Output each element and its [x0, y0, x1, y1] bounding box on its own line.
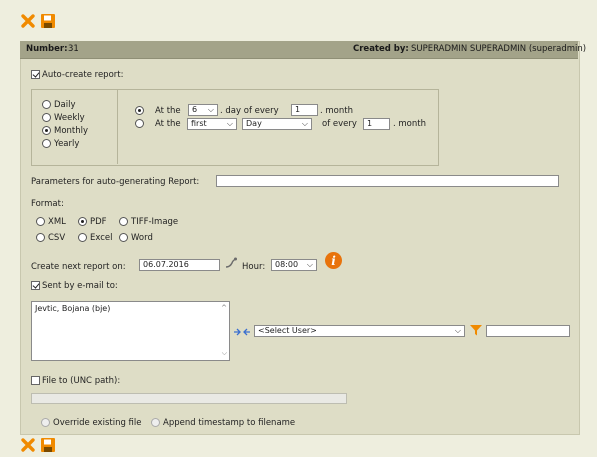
close-icon[interactable]	[20, 437, 36, 453]
unc-path-input[interactable]	[31, 393, 347, 404]
email-checkbox[interactable]	[31, 281, 40, 290]
auto-create-checkbox[interactable]	[31, 70, 40, 79]
append-timestamp-radio[interactable]	[151, 418, 160, 427]
next-report-label: Create next report on:	[31, 262, 126, 272]
parameters-label: Parameters for auto-generating Report:	[31, 177, 200, 187]
day-of-every-label: . day of every	[220, 106, 279, 116]
format-word-radio[interactable]	[119, 233, 128, 242]
hour-label: Hour:	[242, 262, 266, 272]
override-file-radio[interactable]	[41, 418, 50, 427]
format-xml-label: XML	[48, 217, 66, 227]
panel-header: Number: 31 Created by: SUPERADMIN SUPERA…	[20, 41, 586, 59]
created-by-label: Created by:	[353, 44, 409, 54]
weekly-label: Weekly	[54, 113, 85, 123]
daily-label: Daily	[54, 100, 76, 110]
format-word-label: Word	[131, 233, 153, 243]
calendar-icon[interactable]	[224, 256, 238, 270]
select-user-dropdown[interactable]: <Select User> ⌵	[254, 325, 465, 337]
format-label: Format:	[31, 199, 64, 209]
override-file-label: Override existing file	[53, 418, 142, 428]
save-icon[interactable]	[40, 13, 56, 29]
format-excel-radio[interactable]	[78, 233, 87, 242]
info-icon[interactable]: i	[325, 252, 342, 269]
email-recipients-list[interactable]: Jevtic, Bojana (bje) ^ ⌵	[31, 301, 230, 361]
list-scroll-up-icon[interactable]: ^	[221, 304, 227, 312]
schedule-divider	[117, 89, 118, 164]
monthly-label: Monthly	[54, 126, 89, 136]
email-label: Sent by e-mail to:	[42, 281, 118, 291]
close-icon[interactable]	[20, 13, 36, 29]
daily-radio[interactable]	[42, 100, 51, 109]
number-value: 31	[68, 44, 79, 54]
weekday-select[interactable]: Day ⌵	[242, 118, 312, 130]
at-the-label-2: At the	[155, 119, 181, 129]
created-by-value: SUPERADMIN SUPERADMIN (superadmin)	[411, 44, 587, 54]
file-label: File to (UNC path):	[42, 376, 121, 386]
month-label-1: . month	[320, 106, 353, 116]
format-tiff-radio[interactable]	[119, 217, 128, 226]
month-interval-input-1[interactable]: 1	[291, 104, 318, 116]
format-csv-radio[interactable]	[36, 233, 45, 242]
recipient-item[interactable]: Jevtic, Bojana (bje)	[35, 304, 226, 313]
format-csv-label: CSV	[48, 233, 66, 243]
format-excel-label: Excel	[90, 233, 113, 243]
file-checkbox[interactable]	[31, 376, 40, 385]
append-timestamp-label: Append timestamp to filename	[163, 418, 296, 428]
format-pdf-label: PDF	[90, 217, 107, 227]
month-label-2: . month	[393, 119, 426, 129]
format-tiff-label: TIFF-Image	[131, 217, 179, 227]
weekday-of-month-radio[interactable]	[135, 119, 144, 128]
monthly-radio[interactable]	[42, 126, 51, 135]
yearly-label: Yearly	[54, 139, 80, 149]
format-pdf-radio[interactable]	[78, 217, 87, 226]
next-report-date-input[interactable]: 06.07.2016	[139, 259, 220, 271]
save-icon[interactable]	[40, 437, 56, 453]
first-select[interactable]: first ⌵	[187, 118, 237, 130]
parameters-input[interactable]	[216, 175, 559, 187]
list-scroll-down-icon[interactable]: ⌵	[222, 349, 227, 358]
yearly-radio[interactable]	[42, 139, 51, 148]
format-xml-radio[interactable]	[36, 217, 45, 226]
svg-text:i: i	[331, 254, 336, 268]
user-filter-input[interactable]	[486, 325, 570, 337]
auto-create-label: Auto-create report:	[42, 70, 124, 80]
of-every-label: of every	[322, 119, 357, 129]
hour-select[interactable]: 08:00 ⌵	[271, 259, 317, 271]
month-interval-input-2[interactable]: 1	[363, 118, 390, 130]
day-select[interactable]: 6 ⌵	[188, 104, 218, 116]
filter-icon[interactable]	[469, 323, 483, 337]
transfer-arrows-icon[interactable]	[233, 327, 251, 337]
day-of-month-radio[interactable]	[135, 106, 144, 115]
at-the-label-1: At the	[155, 106, 181, 116]
weekly-radio[interactable]	[42, 113, 51, 122]
number-label: Number:	[26, 44, 68, 54]
